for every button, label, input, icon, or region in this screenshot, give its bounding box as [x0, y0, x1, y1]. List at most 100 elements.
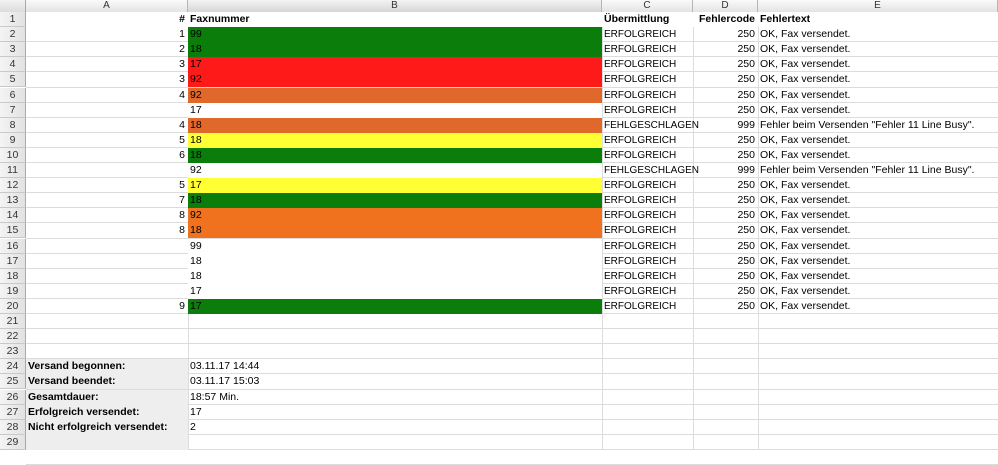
status-cell[interactable]: ERFOLGREICH: [602, 133, 693, 148]
error-text-cell[interactable]: OK, Fax versendet.: [758, 42, 998, 57]
row-header[interactable]: 22: [0, 329, 26, 345]
error-code-cell[interactable]: 250: [693, 193, 758, 208]
error-code-cell[interactable]: 250: [693, 269, 758, 284]
row-header[interactable]: 24: [0, 359, 26, 375]
error-text-cell[interactable]: OK, Fax versendet.: [758, 148, 998, 163]
fax-number-cell[interactable]: 18: [188, 42, 602, 58]
error-text-cell[interactable]: Fehler beim Versenden "Fehler 11 Line Bu…: [758, 118, 998, 133]
select-all-corner[interactable]: [0, 0, 26, 12]
row-index-cell[interactable]: 8: [26, 208, 188, 223]
row-header[interactable]: 25: [0, 374, 26, 390]
summary-value[interactable]: 03.11.17 15:03: [188, 374, 602, 389]
status-cell[interactable]: ERFOLGREICH: [602, 72, 693, 87]
error-text-cell[interactable]: OK, Fax versendet.: [758, 299, 998, 314]
row-index-cell[interactable]: 4: [26, 88, 188, 103]
error-code-cell[interactable]: 250: [693, 72, 758, 87]
status-cell[interactable]: ERFOLGREICH: [602, 269, 693, 284]
row-header[interactable]: 21: [0, 314, 26, 330]
row-header[interactable]: 11: [0, 163, 26, 179]
error-text-cell[interactable]: OK, Fax versendet.: [758, 269, 998, 284]
row-header[interactable]: 9: [0, 132, 26, 148]
status-cell[interactable]: ERFOLGREICH: [602, 239, 693, 254]
summary-label[interactable]: Gesamtdauer:: [26, 389, 188, 405]
fax-number-cell[interactable]: 18: [188, 132, 602, 148]
status-cell[interactable]: ERFOLGREICH: [602, 178, 693, 193]
fax-number-cell[interactable]: 92: [188, 163, 602, 179]
error-text-cell[interactable]: OK, Fax versendet.: [758, 178, 998, 193]
error-text-cell[interactable]: Fehler beim Versenden "Fehler 11 Line Bu…: [758, 163, 998, 178]
fax-number-cell[interactable]: 17: [188, 283, 602, 299]
error-text-cell[interactable]: OK, Fax versendet.: [758, 88, 998, 103]
fax-number-cell[interactable]: 92: [188, 87, 602, 103]
error-text-cell[interactable]: OK, Fax versendet.: [758, 72, 998, 87]
error-text-cell[interactable]: OK, Fax versendet.: [758, 239, 998, 254]
summary-label[interactable]: Nicht erfolgreich versendet:: [26, 419, 188, 435]
row-header[interactable]: 28: [0, 419, 26, 435]
fax-number-cell[interactable]: 18: [188, 223, 602, 239]
fax-number-cell[interactable]: 18: [188, 117, 602, 133]
row-index-cell[interactable]: 1: [26, 27, 188, 42]
error-code-cell[interactable]: 250: [693, 223, 758, 238]
row-index-cell[interactable]: [26, 269, 188, 284]
status-cell[interactable]: FEHLGESCHLAGEN: [602, 118, 699, 133]
error-code-cell[interactable]: 999: [693, 118, 758, 133]
fax-number-cell[interactable]: 99: [188, 238, 602, 254]
row-header[interactable]: 15: [0, 223, 26, 239]
row-header[interactable]: 3: [0, 42, 26, 58]
row-index-cell[interactable]: 4: [26, 118, 188, 133]
status-cell[interactable]: FEHLGESCHLAGEN: [602, 163, 699, 178]
error-code-cell[interactable]: 250: [693, 178, 758, 193]
summary-value[interactable]: 18:57 Min.: [188, 390, 602, 405]
row-header[interactable]: 26: [0, 389, 26, 405]
error-text-cell[interactable]: OK, Fax versendet.: [758, 27, 998, 42]
row-index-cell[interactable]: [26, 284, 188, 299]
fax-number-cell[interactable]: 17: [188, 57, 602, 73]
row-header[interactable]: 8: [0, 117, 26, 133]
error-text-cell[interactable]: OK, Fax versendet.: [758, 284, 998, 299]
column-header-b[interactable]: B: [188, 0, 602, 12]
row-header[interactable]: 20: [0, 298, 26, 314]
row-header[interactable]: 17: [0, 253, 26, 269]
row-header[interactable]: 6: [0, 87, 26, 103]
row-header[interactable]: 29: [0, 434, 26, 450]
row-header[interactable]: 19: [0, 283, 26, 299]
status-cell[interactable]: ERFOLGREICH: [602, 57, 693, 72]
error-code-cell[interactable]: 250: [693, 254, 758, 269]
status-cell[interactable]: ERFOLGREICH: [602, 193, 693, 208]
fax-number-cell[interactable]: 18: [188, 147, 602, 163]
fax-number-cell[interactable]: 18: [188, 253, 602, 269]
error-code-cell[interactable]: 250: [693, 103, 758, 118]
status-cell[interactable]: ERFOLGREICH: [602, 103, 693, 118]
summary-label[interactable]: Versand begonnen:: [26, 359, 188, 375]
fax-number-cell[interactable]: 99: [188, 27, 602, 43]
error-code-cell[interactable]: 250: [693, 208, 758, 223]
error-code-cell[interactable]: 250: [693, 148, 758, 163]
summary-value[interactable]: 2: [188, 420, 602, 435]
row-header[interactable]: 12: [0, 178, 26, 194]
row-header[interactable]: 2: [0, 27, 26, 43]
error-text-cell[interactable]: OK, Fax versendet.: [758, 193, 998, 208]
error-text-cell[interactable]: OK, Fax versendet.: [758, 103, 998, 118]
row-index-cell[interactable]: 7: [26, 193, 188, 208]
row-header[interactable]: 10: [0, 147, 26, 163]
header-faxnummer[interactable]: Faxnummer: [188, 12, 602, 28]
summary-label[interactable]: Versand beendet:: [26, 374, 188, 390]
header-hash[interactable]: #: [26, 12, 188, 28]
row-index-cell[interactable]: 3: [26, 57, 188, 72]
fax-number-cell[interactable]: 18: [188, 193, 602, 209]
row-index-cell[interactable]: 5: [26, 178, 188, 193]
error-text-cell[interactable]: OK, Fax versendet.: [758, 254, 998, 269]
error-text-cell[interactable]: OK, Fax versendet.: [758, 57, 998, 72]
header-fehlertext[interactable]: Fehlertext: [758, 12, 998, 28]
row-index-cell[interactable]: 6: [26, 148, 188, 163]
status-cell[interactable]: ERFOLGREICH: [602, 27, 693, 42]
status-cell[interactable]: ERFOLGREICH: [602, 208, 693, 223]
error-text-cell[interactable]: OK, Fax versendet.: [758, 223, 998, 238]
fax-number-cell[interactable]: 17: [188, 178, 602, 194]
column-header-e[interactable]: E: [758, 0, 998, 12]
row-header[interactable]: 16: [0, 238, 26, 254]
row-header[interactable]: 5: [0, 72, 26, 88]
fax-number-cell[interactable]: 17: [188, 102, 602, 118]
row-header[interactable]: 27: [0, 404, 26, 420]
summary-value[interactable]: 03.11.17 14:44: [188, 359, 602, 374]
